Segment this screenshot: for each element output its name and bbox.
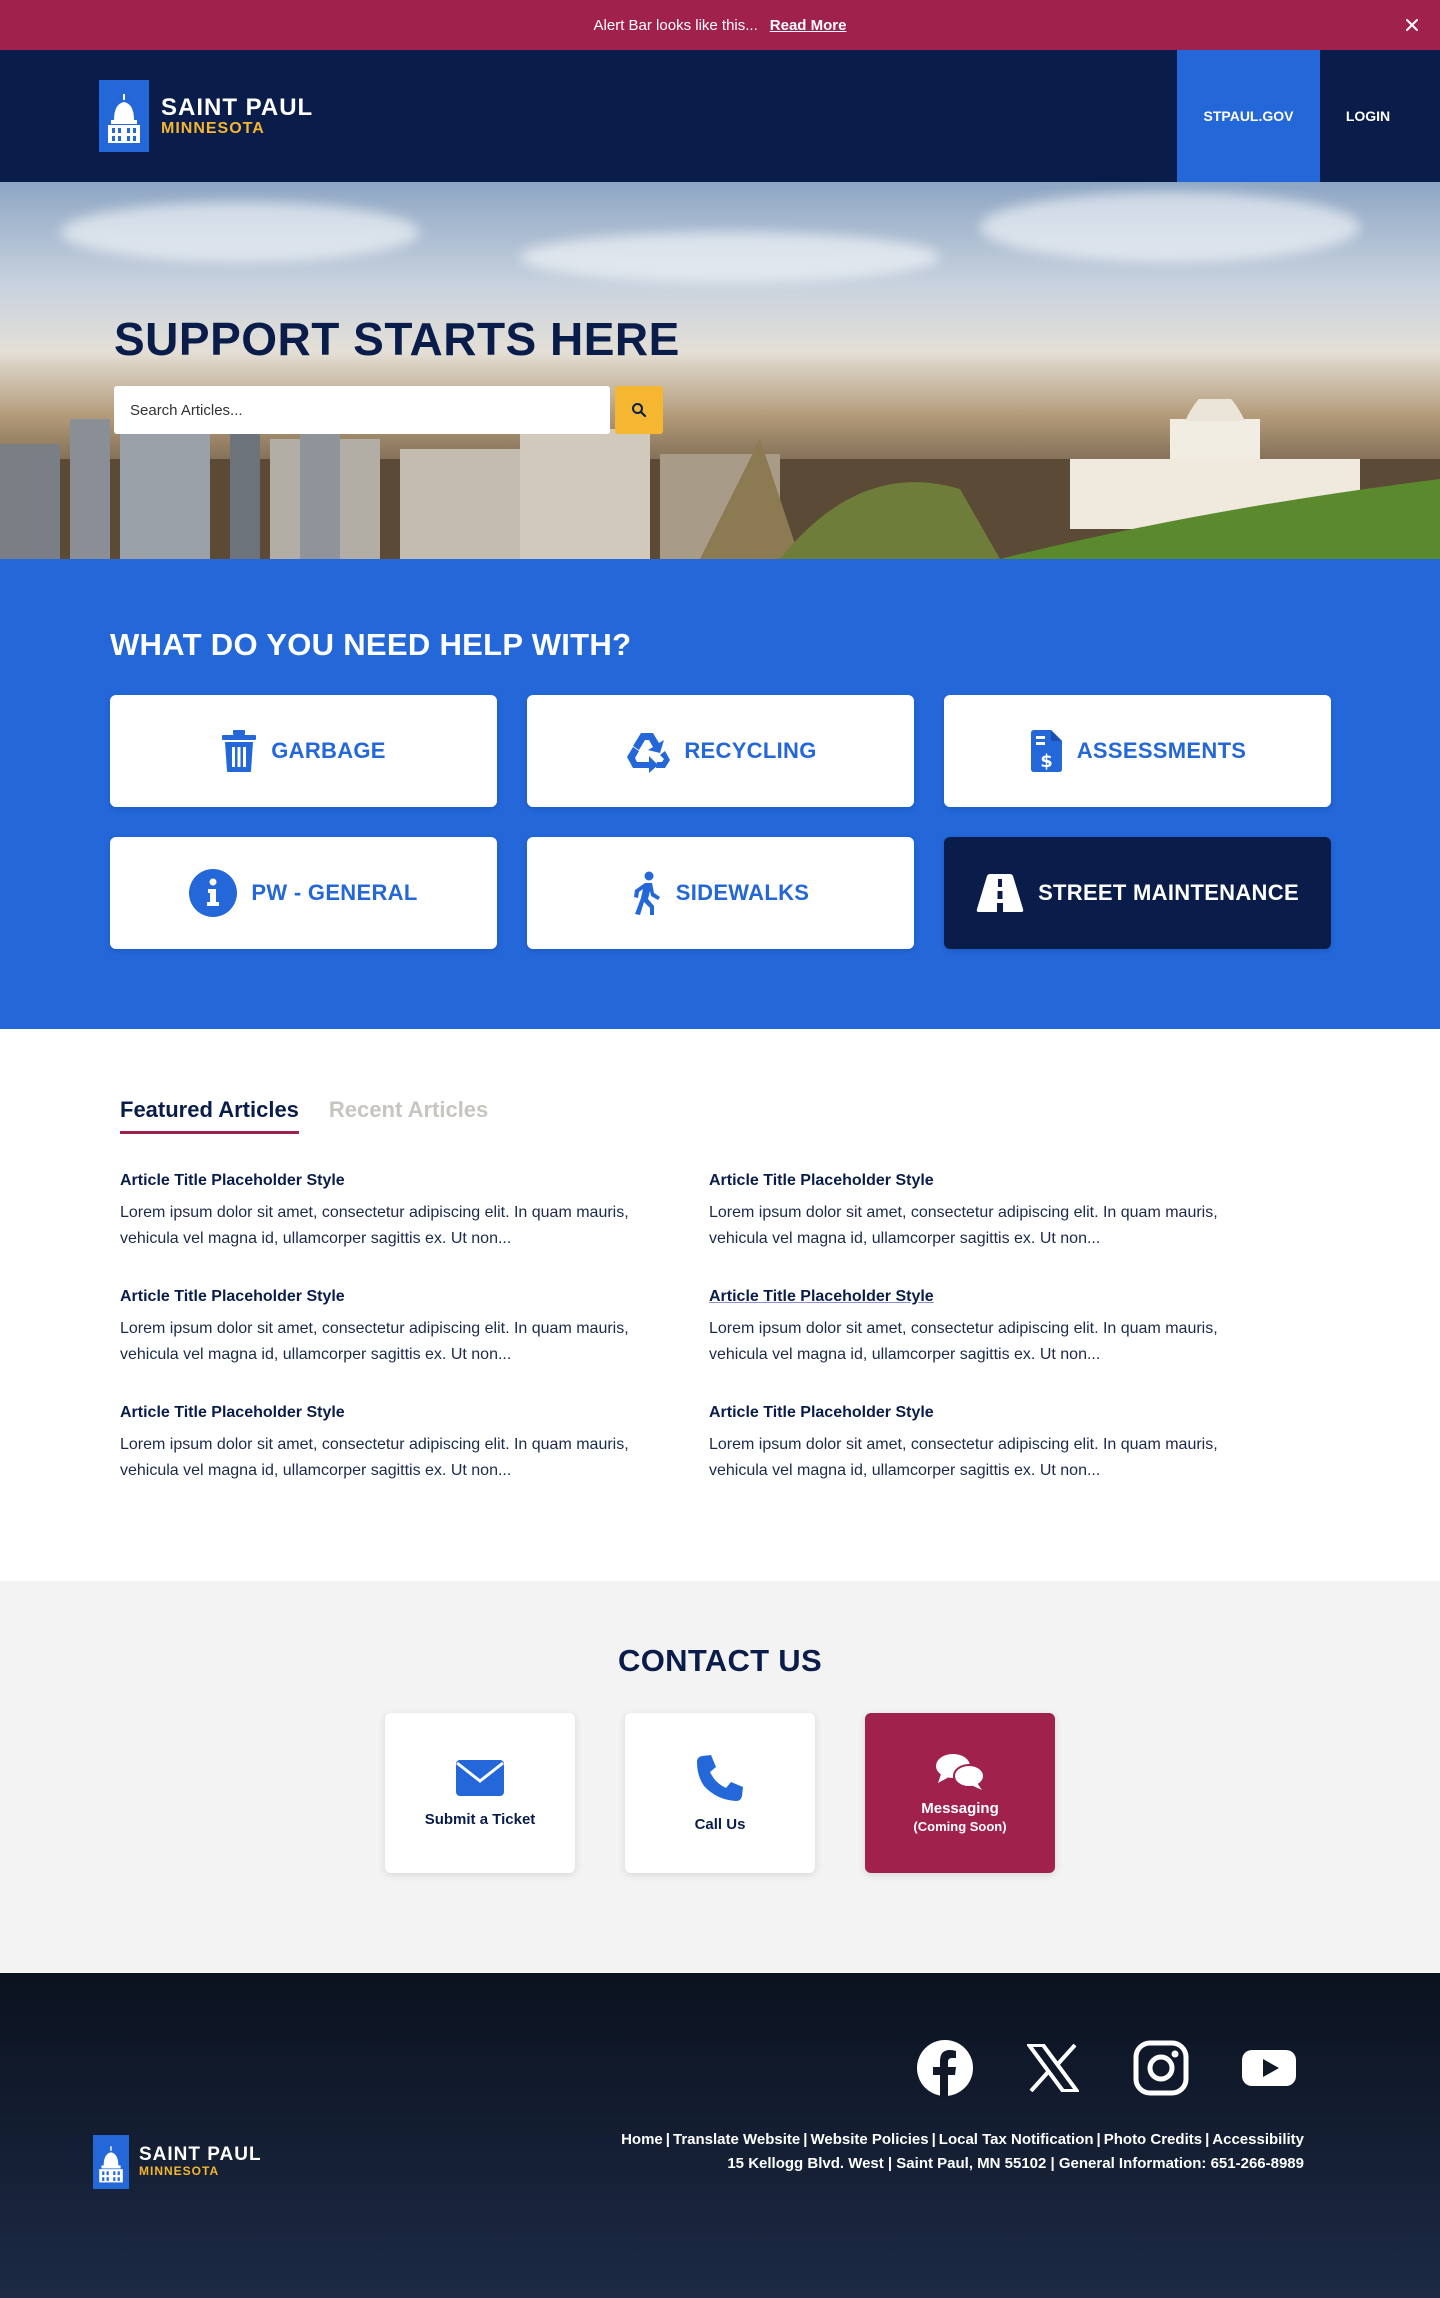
- stpaul-gov-link[interactable]: STPAUL.GOV: [1177, 50, 1320, 182]
- contact-title: CONTACT US: [618, 1643, 822, 1678]
- svg-text:$: $: [1040, 751, 1053, 772]
- article-item: Article Title Placeholder Style Lorem ip…: [120, 1404, 672, 1484]
- facebook-icon[interactable]: [916, 2039, 974, 2097]
- header-nav: STPAUL.GOV LOGIN: [1177, 50, 1440, 182]
- tab-featured-articles[interactable]: Featured Articles: [120, 1097, 299, 1134]
- login-link[interactable]: LOGIN: [1320, 50, 1416, 182]
- recycle-icon: [627, 733, 671, 773]
- article-grid: Article Title Placeholder Style Lorem ip…: [120, 1172, 1320, 1484]
- footer-link-accessibility[interactable]: Accessibility: [1212, 2131, 1304, 2148]
- article-item: Article Title Placeholder Style Lorem ip…: [120, 1172, 672, 1252]
- assessments-label: ASSESSMENTS: [1076, 738, 1247, 763]
- footer-logo[interactable]: SAINT PAUL MINNESOTA: [93, 2135, 262, 2189]
- site-header: SAINT PAUL MINNESOTA STPAUL.GOV LOGIN: [0, 50, 1440, 182]
- recycling-label: RECYCLING: [684, 738, 817, 763]
- footer-link-translate[interactable]: Translate Website: [673, 2131, 800, 2148]
- street-maintenance-card[interactable]: STREET MAINTENANCE: [944, 837, 1331, 949]
- submit-ticket-label: Submit a Ticket: [424, 1810, 536, 1828]
- social-links: [916, 2039, 1298, 2097]
- garbage-card[interactable]: GARBAGE: [110, 695, 497, 807]
- site-logo[interactable]: SAINT PAUL MINNESOTA: [99, 50, 313, 182]
- cloud-shape: [520, 232, 940, 282]
- read-more-link[interactable]: Read More: [770, 17, 847, 34]
- article-excerpt: Lorem ipsum dolor sit amet, consectetur …: [709, 1204, 1218, 1247]
- article-title[interactable]: Article Title Placeholder Style: [709, 1288, 1261, 1306]
- sidewalks-label: SIDEWALKS: [675, 880, 810, 905]
- help-title: WHAT DO YOU NEED HELP WITH?: [110, 627, 632, 662]
- article-item: Article Title Placeholder Style Lorem ip…: [709, 1288, 1261, 1368]
- pw-general-card[interactable]: PW - GENERAL: [110, 837, 497, 949]
- trash-icon: [222, 730, 257, 772]
- pw-general-label: PW - GENERAL: [251, 880, 418, 905]
- messaging-label: Messaging: [921, 1800, 999, 1817]
- messaging-status: (Coming Soon): [913, 1819, 1007, 1834]
- info-icon: [189, 869, 238, 917]
- article-excerpt: Lorem ipsum dolor sit amet, consectetur …: [709, 1320, 1218, 1363]
- footer-link-credits[interactable]: Photo Credits: [1104, 2131, 1202, 2148]
- article-item: Article Title Placeholder Style Lorem ip…: [120, 1288, 672, 1368]
- articles-section: Featured Articles Recent Articles Articl…: [0, 1029, 1440, 1581]
- article-excerpt: Lorem ipsum dolor sit amet, consectetur …: [120, 1320, 629, 1363]
- help-section: WHAT DO YOU NEED HELP WITH? GARBAGE RECY…: [0, 559, 1440, 1029]
- assessments-card[interactable]: $ ASSESSMENTS: [944, 695, 1331, 807]
- brand-line1: SAINT PAUL: [161, 93, 314, 121]
- alert-bar: Alert Bar looks like this... Read More: [0, 0, 1440, 50]
- envelope-icon: [456, 1759, 504, 1796]
- close-icon[interactable]: [1400, 13, 1424, 37]
- footer-link-policies[interactable]: Website Policies: [810, 2131, 928, 2148]
- article-item: Article Title Placeholder Style Lorem ip…: [709, 1172, 1261, 1252]
- hero-title: SUPPORT STARTS HERE: [114, 313, 680, 365]
- x-icon[interactable]: [1024, 2039, 1082, 2097]
- help-grid: GARBAGE RECYCLING $ ASSESSMENTS PW - GEN…: [110, 695, 1331, 949]
- footer-address: 15 Kellogg Blvd. West | Saint Paul, MN 5…: [727, 2155, 1304, 2172]
- cloud-shape: [980, 192, 1360, 262]
- search-button[interactable]: [615, 386, 663, 434]
- footer-links: Home | Translate Website | Website Policies |…: [621, 2128, 1304, 2176]
- submit-ticket-card[interactable]: Submit a Ticket: [385, 1713, 575, 1873]
- alert-text: Alert Bar looks like this...: [593, 16, 758, 34]
- article-excerpt: Lorem ipsum dolor sit amet, consectetur …: [120, 1204, 629, 1247]
- article-title[interactable]: Article Title Placeholder Style: [709, 1404, 1261, 1422]
- footer-brand-line1: SAINT PAUL: [139, 2144, 262, 2166]
- footer-link-home[interactable]: Home: [621, 2131, 663, 2148]
- article-title[interactable]: Article Title Placeholder Style: [120, 1404, 672, 1422]
- article-title[interactable]: Article Title Placeholder Style: [120, 1172, 672, 1190]
- footer-link-tax[interactable]: Local Tax Notification: [939, 2131, 1094, 2148]
- call-us-label: Call Us: [694, 1815, 746, 1833]
- phone-icon: [697, 1754, 743, 1801]
- capitol-logo-icon: [93, 2135, 129, 2189]
- invoice-dollar-icon: $: [1030, 730, 1062, 772]
- garbage-label: GARBAGE: [271, 738, 386, 763]
- brand-line2: MINNESOTA: [161, 119, 265, 137]
- chat-bubbles-icon: [936, 1754, 985, 1790]
- contact-section: CONTACT US Submit a Ticket Call Us Messa…: [0, 1581, 1440, 1973]
- article-item: Article Title Placeholder Style Lorem ip…: [709, 1404, 1261, 1484]
- site-footer: Home | Translate Website | Website Policies |…: [0, 1973, 1440, 2298]
- instagram-icon[interactable]: [1132, 2039, 1190, 2097]
- search-input[interactable]: [114, 386, 610, 434]
- article-title[interactable]: Article Title Placeholder Style: [120, 1288, 672, 1306]
- cloud-shape: [60, 202, 420, 262]
- contact-cards: Submit a Ticket Call Us Messaging (Comin…: [0, 1713, 1440, 1873]
- call-us-card[interactable]: Call Us: [625, 1713, 815, 1873]
- walking-person-icon: [633, 871, 660, 915]
- tab-recent-articles[interactable]: Recent Articles: [329, 1097, 488, 1134]
- street-maintenance-label: STREET MAINTENANCE: [1038, 880, 1299, 905]
- article-title[interactable]: Article Title Placeholder Style: [709, 1172, 1261, 1190]
- search-icon: [632, 403, 647, 418]
- youtube-icon[interactable]: [1240, 2039, 1298, 2097]
- capitol-logo-icon: [99, 80, 149, 152]
- search-bar: [114, 386, 680, 434]
- article-tabs: Featured Articles Recent Articles: [120, 1097, 1320, 1134]
- footer-brand-line2: MINNESOTA: [139, 2164, 220, 2179]
- recycling-card[interactable]: RECYCLING: [527, 695, 914, 807]
- sidewalks-card[interactable]: SIDEWALKS: [527, 837, 914, 949]
- messaging-card[interactable]: Messaging (Coming Soon): [865, 1713, 1055, 1873]
- road-icon: [976, 874, 1024, 912]
- article-excerpt: Lorem ipsum dolor sit amet, consectetur …: [709, 1436, 1218, 1479]
- hero-banner: SUPPORT STARTS HERE: [0, 182, 1440, 559]
- article-excerpt: Lorem ipsum dolor sit amet, consectetur …: [120, 1436, 629, 1479]
